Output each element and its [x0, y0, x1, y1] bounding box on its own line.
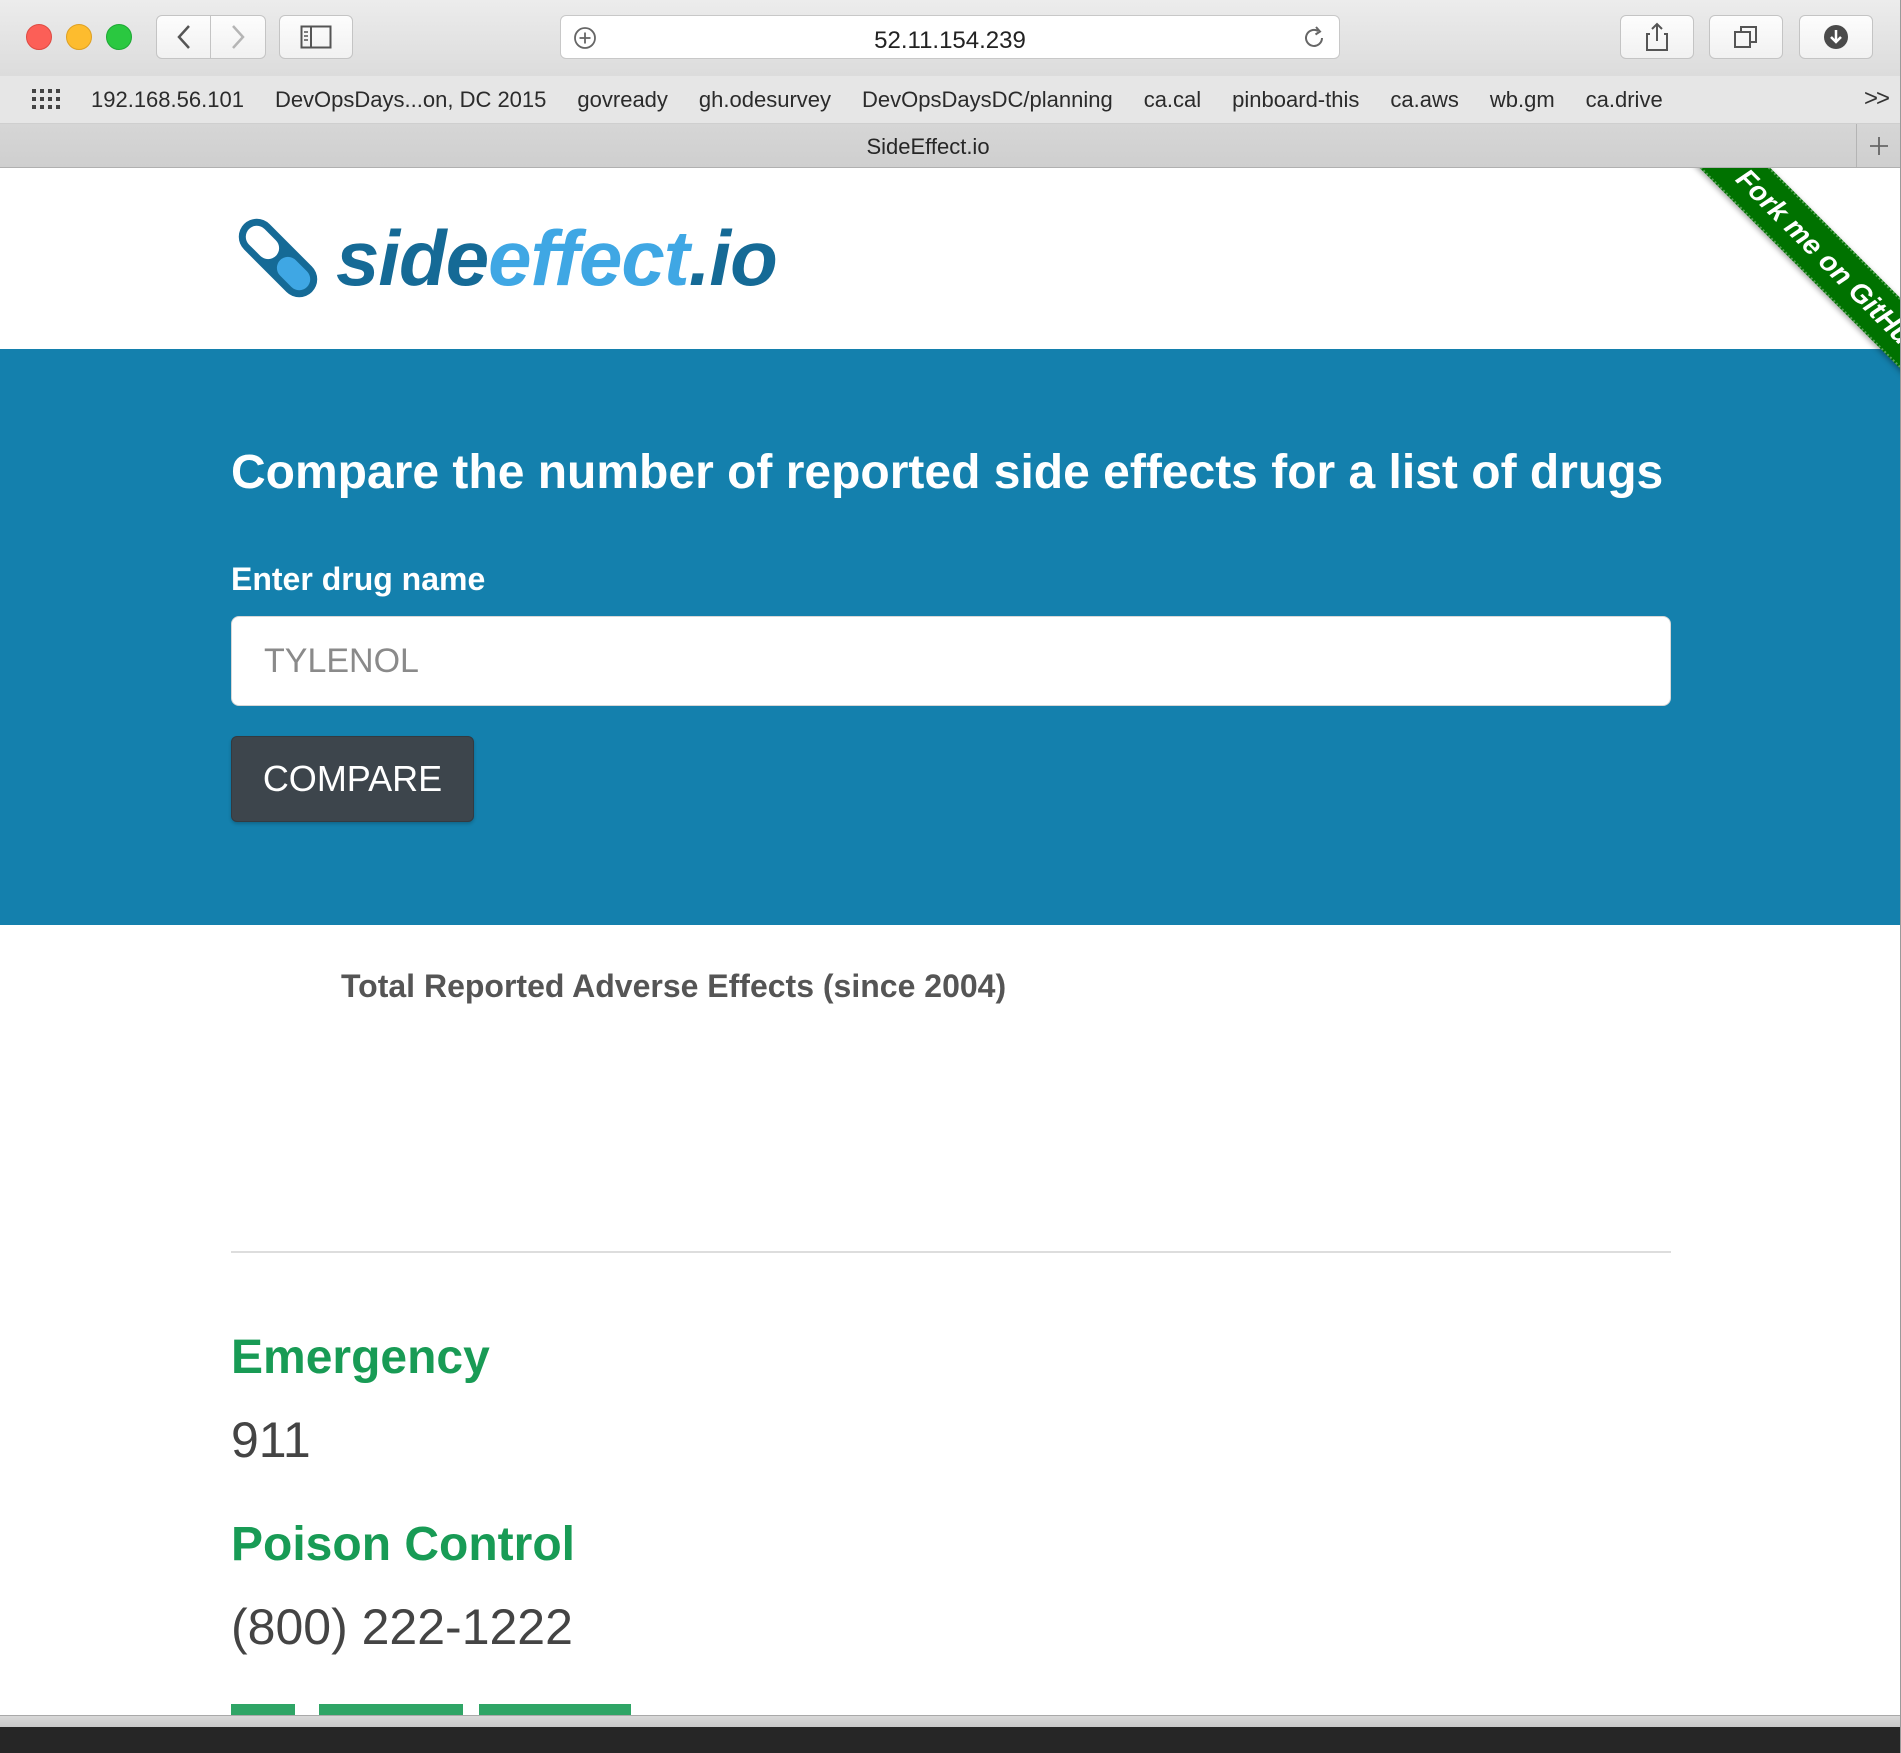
window-bottom-edge: [0, 1715, 1900, 1727]
browser-window: 52.11.154.239 192.168.56.101 DevOpsDays.…: [0, 0, 1901, 1753]
bookmark-item[interactable]: ca.aws: [1390, 87, 1458, 113]
pill-icon: [238, 218, 318, 298]
sidebar-icon: [300, 25, 332, 49]
logo-wordmark: sideeffect.io: [336, 214, 778, 302]
tabs-overview-icon: [1734, 26, 1757, 48]
bookmark-item[interactable]: ca.cal: [1144, 87, 1201, 113]
plus-icon: [1870, 136, 1888, 155]
compare-button[interactable]: COMPARE: [231, 736, 474, 822]
bookmark-item[interactable]: DevOpsDaysDC/planning: [862, 87, 1113, 113]
more-bookmarks-button[interactable]: >>: [1864, 85, 1890, 113]
hero-heading: Compare the number of reported side effe…: [231, 446, 1664, 499]
forward-button[interactable]: [211, 15, 266, 59]
address-bar[interactable]: 52.11.154.239: [560, 15, 1340, 59]
section-divider: [231, 1251, 1671, 1253]
emergency-number: 911: [231, 1412, 311, 1468]
bookmark-item[interactable]: DevOpsDays...on, DC 2015: [275, 87, 546, 113]
clipped-heading: [231, 1704, 631, 1715]
chevron-left-icon: [176, 25, 190, 49]
bookmark-item[interactable]: pinboard-this: [1232, 87, 1359, 113]
share-icon: [1646, 22, 1668, 51]
download-icon: [1824, 25, 1848, 49]
close-window-button[interactable]: [26, 24, 52, 50]
back-button[interactable]: [156, 15, 211, 59]
results-chart-title: Total Reported Adverse Effects (since 20…: [341, 968, 1007, 1004]
bookmark-item[interactable]: govready: [577, 87, 668, 113]
search-hero: Compare the number of reported side effe…: [0, 349, 1900, 925]
bookmark-item[interactable]: gh.odesurvey: [699, 87, 831, 113]
grid-icon[interactable]: [32, 89, 62, 111]
drug-name-label: Enter drug name: [231, 561, 486, 597]
emergency-heading: Emergency: [231, 1331, 490, 1384]
downloads-button[interactable]: [1799, 15, 1873, 59]
share-button[interactable]: [1620, 15, 1694, 59]
tab-sideeffect[interactable]: SideEffect.io: [0, 134, 1856, 160]
new-tab-button[interactable]: [1856, 124, 1900, 167]
reload-icon[interactable]: [1301, 25, 1327, 51]
bookmarks-bar: 192.168.56.101 DevOpsDays...on, DC 2015 …: [0, 76, 1900, 124]
site-logo[interactable]: sideeffect.io: [230, 208, 778, 308]
desktop-background: [0, 1727, 1900, 1753]
poison-control-heading: Poison Control: [231, 1518, 575, 1571]
bookmark-item[interactable]: wb.gm: [1490, 87, 1555, 113]
show-all-tabs-button[interactable]: [1709, 15, 1783, 59]
tab-bar: SideEffect.io: [0, 124, 1900, 168]
browser-toolbar: 52.11.154.239: [0, 0, 1900, 76]
chevron-right-icon: [232, 25, 245, 49]
url-text: 52.11.154.239: [874, 27, 1026, 54]
drug-name-input[interactable]: [231, 616, 1671, 706]
poison-control-number: (800) 222-1222: [231, 1599, 573, 1655]
bookmark-item[interactable]: ca.drive: [1586, 87, 1663, 113]
bookmark-item[interactable]: 192.168.56.101: [91, 87, 244, 113]
minimize-window-button[interactable]: [66, 24, 92, 50]
sidebar-toggle-button[interactable]: [279, 15, 353, 59]
bookmark-list: 192.168.56.101 DevOpsDays...on, DC 2015 …: [91, 87, 1663, 113]
web-page: sideeffect.io Fork me on GitHub Compare …: [0, 168, 1900, 1715]
zoom-window-button[interactable]: [106, 24, 132, 50]
